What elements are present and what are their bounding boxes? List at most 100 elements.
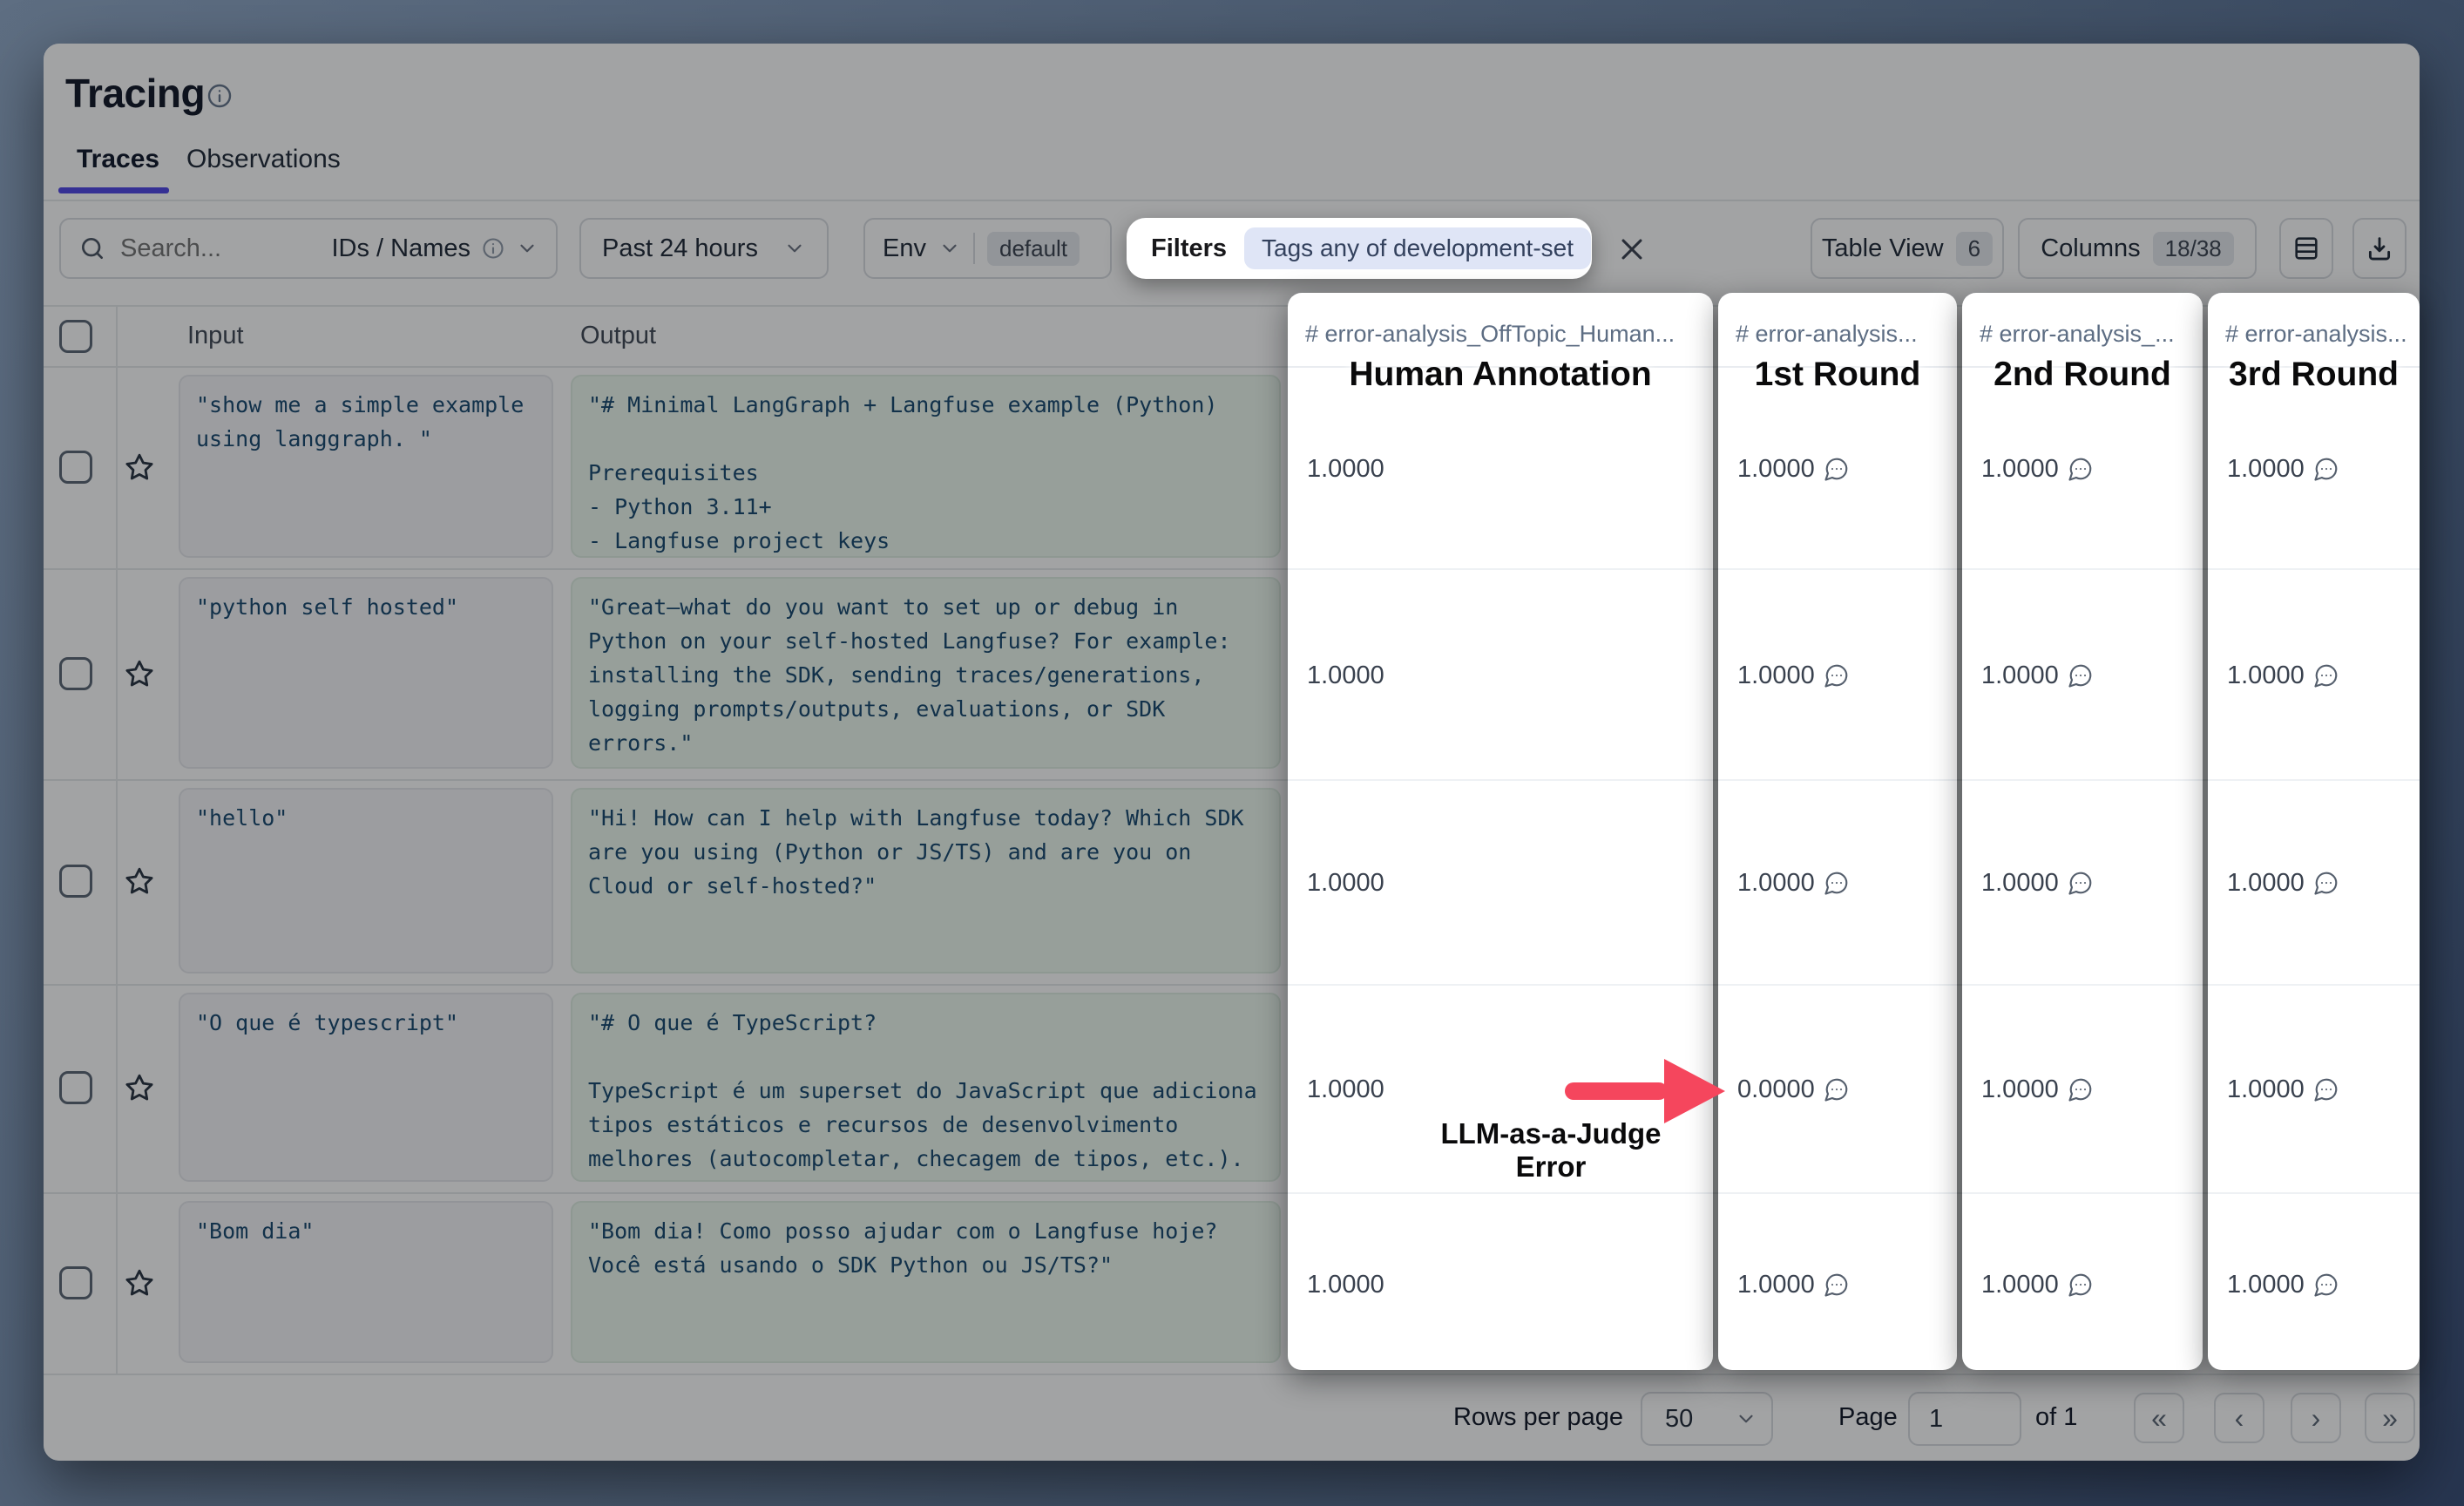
output-cell[interactable]: "# Minimal LangGraph + Langfuse example … xyxy=(571,375,1281,558)
score-value: 1.0000 xyxy=(1307,660,1384,691)
search-mode-select[interactable]: IDs / Names xyxy=(331,234,538,263)
comment-icon xyxy=(2313,1272,2339,1298)
env-value-badge: default xyxy=(987,232,1080,266)
env-select[interactable]: Env default xyxy=(863,218,1112,279)
round-label: 3rd Round xyxy=(2208,356,2420,394)
star-icon[interactable] xyxy=(124,865,155,897)
search-icon xyxy=(78,234,106,262)
column-header-output[interactable]: Output xyxy=(580,322,656,350)
rows-per-page-select[interactable]: 50 xyxy=(1641,1392,1773,1446)
input-cell[interactable]: "O que é typescript" xyxy=(179,993,553,1182)
row-checkbox[interactable] xyxy=(59,1071,92,1104)
row-separator xyxy=(1962,779,2203,781)
row-checkbox[interactable] xyxy=(59,865,92,898)
comment-icon xyxy=(2313,1076,2339,1102)
error-arrow-shaft xyxy=(1565,1082,1668,1100)
table-view-count-badge: 6 xyxy=(1956,232,1993,266)
search-input[interactable] xyxy=(118,234,270,264)
comment-icon xyxy=(2068,870,2094,896)
score-column-header[interactable]: # error-analysis_OffTopic_Human... xyxy=(1305,321,1702,348)
error-annotation-label: LLM-as-a-Judge Error xyxy=(1403,1117,1699,1184)
comment-icon xyxy=(1824,662,1850,689)
export-button[interactable] xyxy=(2352,218,2406,279)
score-column-header[interactable]: # error-analysis... xyxy=(1736,321,1946,348)
score-column-header[interactable]: # error-analysis_... xyxy=(1980,321,2192,348)
star-icon[interactable] xyxy=(124,658,155,689)
star-icon[interactable] xyxy=(124,1072,155,1103)
score-value: 1.0000 xyxy=(1307,453,1384,485)
first-page-button[interactable]: « xyxy=(2134,1393,2184,1443)
comment-icon xyxy=(2068,1272,2094,1298)
comment-icon xyxy=(2068,1076,2094,1102)
input-cell[interactable]: "hello" xyxy=(179,788,553,973)
columns-button[interactable]: Columns 18/38 xyxy=(2018,218,2257,279)
double-chevron-right-icon: » xyxy=(2382,1402,2398,1435)
info-icon[interactable] xyxy=(206,82,234,110)
row-checkbox[interactable] xyxy=(59,657,92,690)
score-column-1st-round[interactable]: # error-analysis... 1st Round 1.0000 1.0… xyxy=(1718,293,1957,1370)
chevron-left-icon: ‹ xyxy=(2235,1402,2244,1435)
error-arrow-head xyxy=(1664,1059,1725,1123)
filters-chip[interactable]: Filters Tags any of development-set xyxy=(1127,218,1592,279)
table-view-button[interactable]: Table View 6 xyxy=(1811,218,2004,279)
page-number-input[interactable] xyxy=(1910,1404,2006,1435)
comment-icon xyxy=(1824,1076,1850,1102)
select-all-checkbox[interactable] xyxy=(59,320,92,353)
round-label: 1st Round xyxy=(1718,356,1957,394)
score-column-2nd-round[interactable]: # error-analysis_... 2nd Round 1.0000 1.… xyxy=(1962,293,2203,1370)
column-header-input[interactable]: Input xyxy=(187,322,244,350)
star-icon[interactable] xyxy=(124,1267,155,1299)
chevron-down-icon xyxy=(783,237,806,260)
table-view-label: Table View xyxy=(1822,234,1944,263)
score-value: 1.0000 xyxy=(1737,1269,1850,1300)
tab-traces[interactable]: Traces xyxy=(77,145,159,174)
row-separator xyxy=(1962,568,2203,570)
score-value: 1.0000 xyxy=(1737,453,1850,485)
tab-observations[interactable]: Observations xyxy=(186,145,341,174)
output-cell[interactable]: "# O que é TypeScript? TypeScript é um s… xyxy=(571,993,1281,1182)
row-separator xyxy=(1718,1192,1957,1194)
row-checkbox[interactable] xyxy=(59,1266,92,1299)
row-checkbox[interactable] xyxy=(59,451,92,484)
filter-value-pill[interactable]: Tags any of development-set xyxy=(1244,227,1591,269)
score-value: 1.0000 xyxy=(1737,660,1850,691)
download-icon xyxy=(2365,234,2394,263)
star-icon[interactable] xyxy=(124,451,155,483)
score-value: 1.0000 xyxy=(1307,1074,1384,1105)
page-title: Tracing xyxy=(65,70,205,117)
columns-count-badge: 18/38 xyxy=(2153,232,2234,266)
search-box[interactable]: IDs / Names xyxy=(59,218,558,279)
last-page-button[interactable]: » xyxy=(2365,1393,2415,1443)
input-cell[interactable]: "show me a simple example using langgrap… xyxy=(179,375,553,558)
rows-per-page-value: 50 xyxy=(1665,1405,1693,1434)
output-cell[interactable]: "Bom dia! Como posso ajudar com o Langfu… xyxy=(571,1201,1281,1363)
next-page-button[interactable]: › xyxy=(2291,1393,2341,1443)
info-icon xyxy=(481,236,505,261)
page-number-box[interactable] xyxy=(1908,1392,2021,1446)
time-range-select[interactable]: Past 24 hours xyxy=(579,218,829,279)
output-cell[interactable]: "Hi! How can I help with Langfuse today?… xyxy=(571,788,1281,973)
row-separator xyxy=(1718,779,1957,781)
prev-page-button[interactable]: ‹ xyxy=(2214,1393,2264,1443)
score-column-header[interactable]: # error-analysis... xyxy=(2225,321,2409,348)
score-value: 1.0000 xyxy=(1981,660,2094,691)
clear-filter-icon[interactable] xyxy=(1617,234,1647,264)
score-column-human-annotation[interactable]: # error-analysis_OffTopic_Human... Human… xyxy=(1288,293,1713,1370)
row-height-button[interactable] xyxy=(2279,218,2333,279)
comment-icon xyxy=(1824,456,1850,482)
screenshot-stage: Tracing Traces Observations IDs / Names xyxy=(0,0,2464,1506)
row-separator xyxy=(1288,779,1713,781)
score-value: 1.0000 xyxy=(1981,453,2094,485)
score-value: 1.0000 xyxy=(2227,453,2339,485)
filters-label: Filters xyxy=(1151,234,1227,263)
row-height-icon xyxy=(2291,234,2321,263)
row-separator xyxy=(1718,984,1957,986)
output-cell[interactable]: "Great—what do you want to set up or deb… xyxy=(571,577,1281,769)
score-value: 1.0000 xyxy=(2227,867,2339,899)
comment-icon xyxy=(2068,456,2094,482)
score-column-3rd-round[interactable]: # error-analysis... 3rd Round 1.0000 1.0… xyxy=(2208,293,2420,1370)
score-value: 1.0000 xyxy=(1307,867,1384,899)
chevron-down-icon xyxy=(516,237,538,260)
input-cell[interactable]: "Bom dia" xyxy=(179,1201,553,1363)
input-cell[interactable]: "python self hosted" xyxy=(179,577,553,769)
